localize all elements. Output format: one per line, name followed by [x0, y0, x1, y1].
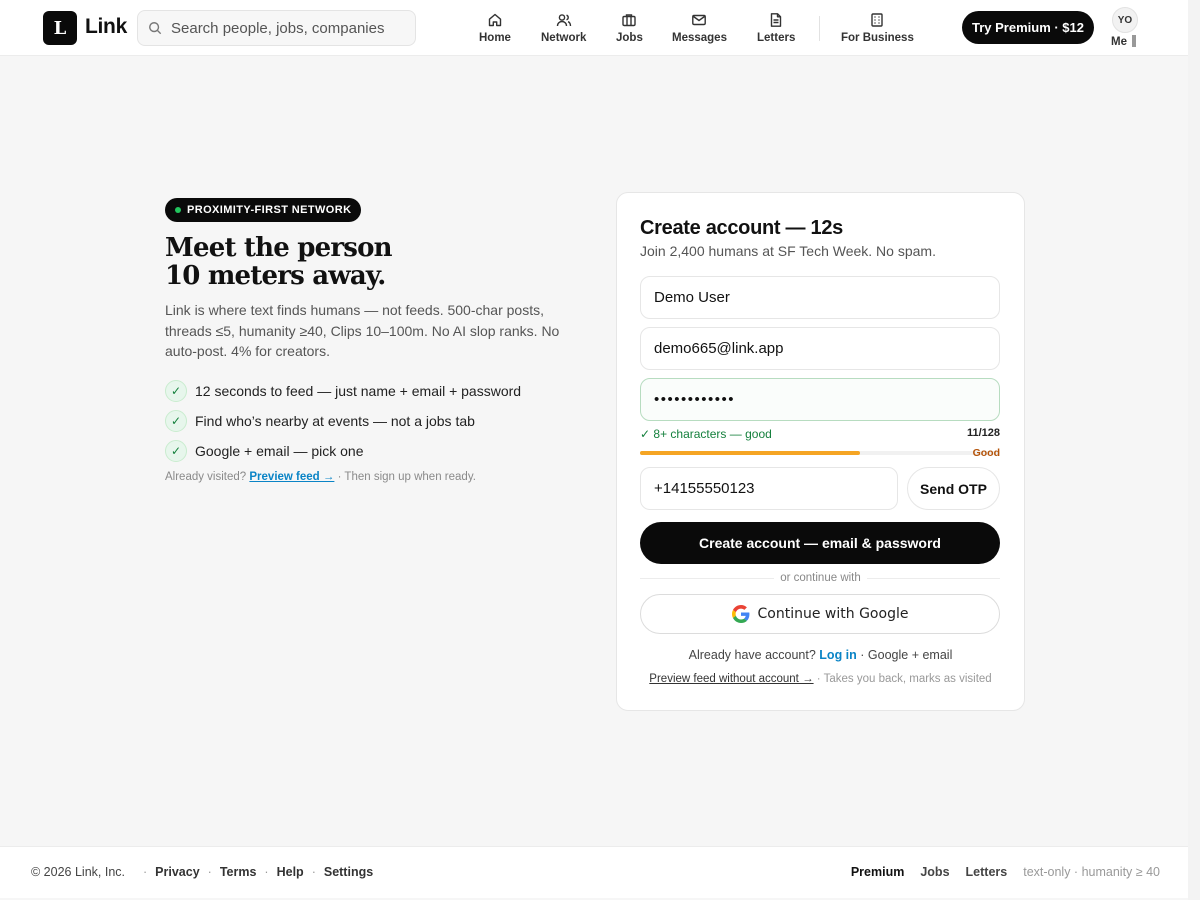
nav-home[interactable]: Home: [479, 12, 511, 48]
check-icon: ✓: [165, 380, 187, 402]
logo-letter: L: [53, 17, 67, 39]
footer: © 2026 Link, Inc. · Privacy · Terms · He…: [0, 846, 1188, 898]
login-prefix: Already have account?: [688, 648, 816, 662]
login-suffix: · Google + email: [860, 648, 953, 662]
brand-name[interactable]: Link: [85, 15, 127, 39]
me-dropdown-icon: [1131, 35, 1136, 47]
nav-divider: [819, 16, 820, 41]
google-button-label: Continue with Google: [757, 606, 909, 622]
document-icon: [770, 13, 782, 27]
feature-text: Google + email — pick one: [195, 443, 364, 459]
mail-icon: [692, 14, 707, 26]
footer-separator: ·: [143, 865, 148, 879]
name-field[interactable]: [640, 276, 1000, 319]
login-prompt: Already have account? Log in · Google + …: [617, 648, 1024, 662]
copyright: © 2026 Link, Inc.: [31, 865, 125, 879]
password-field[interactable]: [640, 378, 1000, 421]
building-icon: [871, 13, 884, 27]
proximity-badge: PROXIMITY-FIRST NETWORK: [165, 198, 362, 222]
nav-network-label: Network: [541, 32, 587, 44]
check-icon: ✓: [165, 440, 187, 462]
log-in-link[interactable]: Log in: [819, 648, 857, 662]
preview-prompt: Preview feed without account → · Takes y…: [617, 673, 1024, 685]
google-icon: [731, 605, 749, 623]
hero-title-line-1: Meet the person: [165, 233, 393, 263]
search-box[interactable]: [137, 10, 416, 46]
send-otp-button[interactable]: Send OTP: [907, 467, 1000, 510]
visited-suffix: · Then sign up when ready.: [337, 471, 476, 483]
network-icon: [556, 14, 571, 27]
footer-link-letters[interactable]: Letters: [966, 865, 1008, 879]
footer-link-jobs[interactable]: Jobs: [920, 865, 949, 879]
preview-suffix: · Takes you back, marks as visited: [816, 673, 992, 685]
footer-left: © 2026 Link, Inc. · Privacy · Terms · He…: [31, 865, 373, 879]
feature-item: ✓ 12 seconds to feed — just name + email …: [165, 376, 521, 406]
nav-for-business-label: For Business: [841, 32, 914, 44]
create-account-button[interactable]: Create account — email & password: [640, 522, 1000, 564]
phone-field[interactable]: [640, 467, 898, 510]
visited-note: Already visited? Preview feed → · Then s…: [165, 471, 476, 483]
footer-link-premium[interactable]: Premium: [851, 865, 905, 879]
nav-network[interactable]: Network: [541, 12, 586, 48]
password-strength-meter: [640, 451, 1000, 455]
search-input[interactable]: [171, 19, 411, 37]
footer-separator: ·: [311, 865, 316, 879]
nav-messages[interactable]: Messages: [672, 12, 727, 48]
feature-text: Find who’s nearby at events — not a jobs…: [195, 413, 475, 429]
feature-item: ✓ Find who’s nearby at events — not a job…: [165, 406, 521, 436]
signup-title: Create account — 12s: [640, 217, 843, 239]
me-menu[interactable]: Me: [1111, 35, 1136, 48]
home-icon: [488, 13, 502, 27]
password-hint: ✓ 8+ characters — good: [640, 427, 772, 441]
nav-letters[interactable]: Letters: [757, 12, 795, 48]
feature-list: ✓ 12 seconds to feed — just name + email …: [165, 376, 521, 466]
badge-label: PROXIMITY-FIRST NETWORK: [187, 204, 352, 216]
password-strength-fill: [640, 451, 860, 455]
nav-letters-label: Letters: [757, 32, 796, 44]
nav-for-business[interactable]: For Business: [841, 12, 914, 48]
footer-link-terms[interactable]: Terms: [220, 865, 257, 879]
scrollbar-track[interactable]: [1188, 0, 1200, 900]
hero-description: Link is where text finds humans — not fe…: [165, 302, 560, 359]
footer-meta: text-only · humanity ≥ 40: [1023, 865, 1160, 879]
footer-link-privacy[interactable]: Privacy: [155, 865, 199, 879]
visited-prefix: Already visited?: [165, 471, 247, 483]
logo-mark[interactable]: L: [43, 11, 77, 45]
nav-home-label: Home: [479, 32, 511, 44]
continue-with-google-button[interactable]: Continue with Google: [640, 594, 1000, 634]
divider-label: or continue with: [617, 572, 1024, 584]
footer-separator: ·: [264, 865, 269, 879]
footer-link-help[interactable]: Help: [277, 865, 304, 879]
search-icon: [149, 22, 162, 35]
briefcase-icon: [622, 14, 637, 27]
me-label: Me: [1111, 36, 1127, 48]
nav-jobs[interactable]: Jobs: [616, 12, 643, 48]
status-dot-icon: [175, 207, 181, 213]
divider-text: or continue with: [774, 572, 867, 584]
check-icon: ✓: [165, 410, 187, 432]
top-navigation-bar: L Link Home Network Jobs Messages Letter…: [0, 0, 1188, 56]
password-strength-label: Good: [972, 447, 1000, 459]
preview-feed-without-account-link[interactable]: Preview feed without account →: [649, 673, 813, 685]
hero-title-line-2: 10 meters away.: [165, 261, 386, 291]
feature-text: 12 seconds to feed — just name + email +…: [195, 383, 522, 399]
avatar[interactable]: YO: [1112, 7, 1138, 33]
signup-subtitle: Join 2,400 humans at SF Tech Week. No sp…: [640, 243, 936, 259]
try-premium-button[interactable]: Try Premium · $12: [962, 11, 1094, 44]
email-field[interactable]: [640, 327, 1000, 370]
hero-title: Meet the person 10 meters away.: [165, 234, 485, 290]
footer-link-settings[interactable]: Settings: [324, 865, 373, 879]
footer-separator: ·: [207, 865, 212, 879]
nav-messages-label: Messages: [672, 32, 727, 44]
nav-jobs-label: Jobs: [616, 32, 643, 44]
footer-right: Premium Jobs Letters text-only · humanit…: [851, 865, 1160, 879]
password-char-count: 11/128: [966, 427, 1000, 439]
preview-feed-link[interactable]: Preview feed →: [249, 471, 334, 483]
signup-card: Create account — 12s Join 2,400 humans a…: [616, 192, 1025, 711]
feature-item: ✓ Google + email — pick one: [165, 436, 521, 466]
